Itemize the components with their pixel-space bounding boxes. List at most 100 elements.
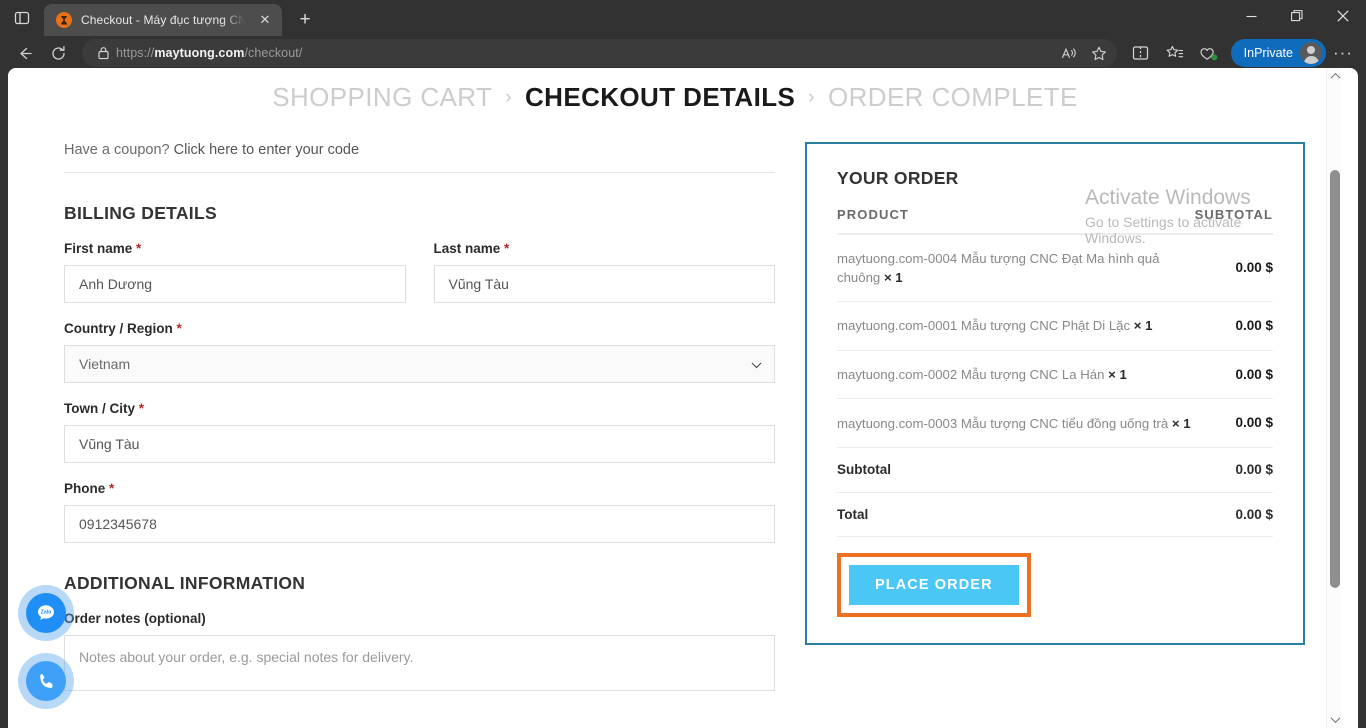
country-region-select[interactable]: Vietnam: [64, 345, 775, 383]
table-row: maytuong.com-0003 Mẫu tượng CNC tiểu đồn…: [837, 398, 1273, 448]
browser-tab[interactable]: Checkout - Máy đục tượng CNC ✕: [44, 4, 282, 36]
town-city-input[interactable]: Vũng Tàu: [64, 425, 775, 463]
total-row: Total 0.00 $: [837, 492, 1273, 538]
maximize-icon[interactable]: [1274, 0, 1320, 32]
billing-column: Have a coupon? Click here to enter your …: [64, 142, 775, 709]
order-item-name: maytuong.com-0004 Mẫu tượng CNC Đạt Ma h…: [837, 234, 1195, 303]
order-table-header: PRODUCT SUBTOTAL: [837, 207, 1273, 235]
name-row: First name * Anh Dương Last name * Vũng …: [64, 241, 775, 321]
minimize-icon[interactable]: [1228, 0, 1274, 32]
read-aloud-icon[interactable]: [1055, 41, 1083, 65]
town-city-field: Town / City * Vũng Tàu: [64, 401, 775, 463]
required-marker: *: [138, 401, 145, 416]
tab-actions-icon[interactable]: [0, 0, 44, 36]
chevron-right-icon: ›: [505, 86, 512, 108]
close-icon[interactable]: ✕: [254, 9, 276, 31]
required-marker: *: [176, 321, 182, 336]
phone-label: Phone *: [64, 481, 115, 496]
more-options-icon[interactable]: ···: [1328, 38, 1358, 68]
required-marker: *: [109, 481, 115, 496]
column-subtotal: SUBTOTAL: [1194, 207, 1273, 235]
split-screen-icon[interactable]: [1125, 38, 1157, 68]
lock-icon[interactable]: [90, 41, 116, 65]
country-region-value: Vietnam: [79, 356, 131, 372]
phone-icon: [26, 661, 66, 701]
coupon-bar: Have a coupon? Click here to enter your …: [64, 142, 775, 173]
phone-input[interactable]: 0912345678: [64, 505, 775, 543]
chevron-down-icon: [751, 358, 762, 369]
star-icon[interactable]: [1085, 41, 1113, 65]
page-viewport: SHOPPING CART › CHECKOUT DETAILS › ORDER…: [8, 68, 1358, 728]
url-domain: maytuong.com: [154, 46, 245, 60]
profile-label: InPrivate: [1243, 46, 1293, 60]
table-row: maytuong.com-0002 Mẫu tượng CNC La Hán ×…: [837, 350, 1273, 400]
order-table: PRODUCT SUBTOTAL maytuong.com-0004 Mẫu t…: [837, 207, 1273, 538]
breadcrumb-step-shopping-cart[interactable]: SHOPPING CART: [272, 82, 492, 113]
place-order-button[interactable]: PLACE ORDER: [849, 565, 1019, 606]
checkout-content: Have a coupon? Click here to enter your …: [8, 142, 1342, 709]
order-item-name: maytuong.com-0003 Mẫu tượng CNC tiểu đồn…: [837, 398, 1195, 448]
order-notes-textarea[interactable]: Notes about your order, e.g. special not…: [64, 635, 775, 691]
svg-text:Zalo: Zalo: [41, 610, 52, 616]
country-region-label: Country / Region *: [64, 321, 182, 336]
breadcrumb-step-order-complete[interactable]: ORDER COMPLETE: [828, 82, 1078, 113]
billing-details-title: BILLING DETAILS: [64, 203, 217, 223]
window-close-icon[interactable]: [1320, 0, 1366, 32]
inprivate-profile-button[interactable]: InPrivate: [1230, 39, 1326, 67]
page-scrollbar[interactable]: [1326, 68, 1342, 728]
order-item-amount: 0.00 $: [1194, 398, 1273, 448]
browser-titlebar: Checkout - Máy đục tượng CNC ✕ +: [0, 0, 1366, 36]
country-region-field: Country / Region * Vietnam: [64, 321, 775, 383]
town-city-label: Town / City *: [64, 401, 145, 416]
chevron-right-icon: ›: [808, 86, 815, 108]
coupon-prefix: Have a coupon?: [64, 142, 170, 158]
address-bar[interactable]: https://maytuong.com/checkout/: [82, 39, 1117, 67]
subtotal-value: 0.00 $: [1194, 447, 1273, 493]
collections-icon[interactable]: [1193, 38, 1225, 68]
table-row: maytuong.com-0004 Mẫu tượng CNC Đạt Ma h…: [837, 234, 1273, 303]
order-notes-field: Order notes (optional) Notes about your …: [64, 611, 775, 691]
order-item-name: maytuong.com-0001 Mẫu tượng CNC Phật Di …: [837, 301, 1195, 351]
browser-navbar: https://maytuong.com/checkout/ InPrivate…: [0, 36, 1366, 70]
reload-icon[interactable]: [42, 38, 74, 68]
coupon-link[interactable]: Click here to enter your code: [174, 142, 359, 158]
additional-information-title: ADDITIONAL INFORMATION: [64, 573, 306, 593]
scroll-up-icon[interactable]: [1327, 68, 1342, 85]
zalo-chat-button[interactable]: Zalo: [18, 585, 74, 641]
subtotal-row: Subtotal 0.00 $: [837, 447, 1273, 493]
phone-call-button[interactable]: [18, 653, 74, 709]
total-value: 0.00 $: [1194, 492, 1273, 538]
order-notes-label: Order notes (optional): [64, 611, 206, 626]
browser-window: Checkout - Máy đục tượng CNC ✕ + https:/…: [0, 0, 1366, 728]
scrollbar-thumb[interactable]: [1330, 170, 1340, 588]
scroll-down-icon[interactable]: [1327, 711, 1342, 728]
order-column: YOUR ORDER PRODUCT SUBTOTAL maytuong.com…: [805, 142, 1305, 646]
order-item-name: maytuong.com-0002 Mẫu tượng CNC La Hán ×…: [837, 350, 1195, 400]
back-icon[interactable]: [8, 38, 40, 68]
site-favicon: [56, 12, 72, 28]
table-row: maytuong.com-0001 Mẫu tượng CNC Phật Di …: [837, 301, 1273, 351]
url-path: /checkout/: [244, 46, 303, 60]
breadcrumb-step-checkout-details[interactable]: CHECKOUT DETAILS: [525, 82, 795, 113]
order-item-qty: × 1: [883, 270, 903, 286]
order-item-amount: 0.00 $: [1194, 301, 1273, 351]
window-controls: [1228, 0, 1366, 32]
avatar: [1300, 42, 1322, 64]
url-scheme: https://: [116, 46, 155, 60]
order-item-qty: × 1: [1171, 415, 1191, 431]
new-tab-button[interactable]: +: [290, 5, 320, 35]
required-marker: *: [136, 241, 142, 256]
order-item-amount: 0.00 $: [1194, 350, 1273, 400]
first-name-field: First name * Anh Dương: [64, 241, 406, 303]
your-order-box: YOUR ORDER PRODUCT SUBTOTAL maytuong.com…: [805, 142, 1305, 646]
first-name-input[interactable]: Anh Dương: [64, 265, 406, 303]
order-item-qty: × 1: [1133, 318, 1153, 334]
order-item-amount: 0.00 $: [1194, 234, 1273, 303]
last-name-field: Last name * Vũng Tàu: [433, 241, 775, 303]
subtotal-label: Subtotal: [837, 447, 1195, 493]
last-name-label: Last name *: [433, 241, 510, 256]
favorites-list-icon[interactable]: [1159, 38, 1191, 68]
last-name-input[interactable]: Vũng Tàu: [433, 265, 775, 303]
phone-field: Phone * 0912345678: [64, 481, 775, 543]
url-text: https://maytuong.com/checkout/: [116, 46, 1055, 60]
